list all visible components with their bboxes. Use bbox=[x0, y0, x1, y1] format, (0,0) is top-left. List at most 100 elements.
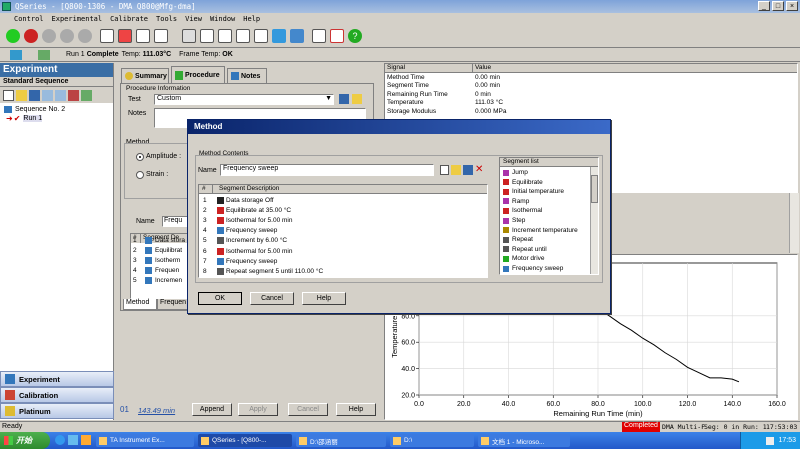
save-icon[interactable] bbox=[29, 89, 40, 101]
segment-list-item[interactable]: Isothermal bbox=[500, 206, 598, 215]
help-icon[interactable]: ? bbox=[348, 29, 362, 43]
dialog-name-field[interactable]: Frequency sweep bbox=[220, 164, 434, 176]
pause-icon[interactable] bbox=[42, 29, 56, 43]
table-icon[interactable] bbox=[136, 29, 150, 43]
minimize-button[interactable]: _ bbox=[758, 1, 770, 11]
instrument-icon[interactable] bbox=[312, 29, 326, 43]
open-method-icon[interactable] bbox=[451, 165, 461, 175]
segment-list-item[interactable]: Motor drive bbox=[500, 254, 598, 263]
tab-notes[interactable]: Notes bbox=[227, 68, 267, 83]
tab-method[interactable]: Method bbox=[123, 299, 157, 310]
scroll-thumb[interactable] bbox=[591, 175, 598, 203]
menu-item-help[interactable]: Help bbox=[243, 15, 260, 23]
segment-list-item[interactable]: Jump bbox=[500, 168, 598, 177]
table-row[interactable]: 2 Equilibrat bbox=[131, 245, 191, 255]
tree-item-run[interactable]: ➜ ✔ Run 1 bbox=[0, 114, 113, 123]
right-scrollbar[interactable] bbox=[789, 193, 799, 253]
table-row[interactable]: 1 Data stora bbox=[131, 235, 191, 245]
database-icon[interactable] bbox=[272, 29, 286, 43]
tab-summary[interactable]: Summary bbox=[121, 68, 169, 83]
apply-button[interactable]: Apply bbox=[238, 403, 278, 416]
table-row[interactable]: 4 Frequen bbox=[131, 265, 191, 275]
new-method-icon[interactable] bbox=[440, 165, 449, 175]
delete-icon[interactable] bbox=[68, 89, 79, 101]
test-select[interactable]: Custom ▼ bbox=[154, 94, 334, 105]
segment-row[interactable]: 6 Isothermal for 5.00 min bbox=[199, 246, 487, 256]
save-method-icon[interactable] bbox=[463, 165, 473, 175]
strain-radio[interactable] bbox=[136, 171, 144, 179]
open-test-icon[interactable] bbox=[352, 94, 362, 104]
dialog-ok-button[interactable]: OK bbox=[198, 292, 242, 305]
open-icon[interactable] bbox=[16, 89, 27, 101]
tab-frequency[interactable]: Frequen bbox=[157, 299, 191, 310]
chart-icon[interactable] bbox=[100, 29, 114, 43]
menu-item-control[interactable]: Control bbox=[14, 15, 44, 23]
menu-item-view[interactable]: View bbox=[185, 15, 202, 23]
taskbar-item[interactable]: D:\ bbox=[390, 434, 474, 447]
tab-procedure[interactable]: Procedure bbox=[171, 66, 225, 83]
taskbar-item[interactable]: QSeries - [Q800-... bbox=[198, 434, 292, 447]
table-row[interactable]: 3 Isotherm bbox=[131, 255, 191, 265]
dialog-help-button[interactable]: Help bbox=[302, 292, 346, 305]
nav-experiment[interactable]: Experiment bbox=[0, 371, 114, 387]
nav-calibration[interactable]: Calibration bbox=[0, 387, 114, 403]
up-icon[interactable] bbox=[42, 89, 53, 101]
save-test-icon[interactable] bbox=[339, 94, 349, 104]
dialog-cancel-button[interactable]: Cancel bbox=[250, 292, 294, 305]
start-icon[interactable] bbox=[6, 29, 20, 43]
taskbar-item[interactable]: TA Instrument Ex... bbox=[96, 434, 194, 447]
list-icon[interactable] bbox=[218, 29, 232, 43]
menu-item-experimental[interactable]: Experimental bbox=[52, 15, 103, 23]
stop-icon[interactable] bbox=[24, 29, 38, 43]
segment-list-item[interactable]: Increment temperature bbox=[500, 226, 598, 235]
calc-icon[interactable] bbox=[154, 29, 168, 43]
menu-item-tools[interactable]: Tools bbox=[156, 15, 177, 23]
delete-method-icon[interactable]: ✕ bbox=[475, 165, 485, 175]
footer-time[interactable]: 143.49 min bbox=[138, 406, 175, 415]
segment-row[interactable]: 5 Increment by 6.00 °C bbox=[199, 236, 487, 246]
panel-icon[interactable] bbox=[118, 29, 132, 43]
segment-list-item[interactable]: Frequency sweep bbox=[500, 264, 598, 273]
amplitude-radio[interactable] bbox=[136, 153, 144, 161]
grid-icon[interactable] bbox=[200, 29, 214, 43]
menu-item-calibrate[interactable]: Calibrate bbox=[110, 15, 148, 23]
cancel-button[interactable]: Cancel bbox=[288, 403, 328, 416]
settings-icon[interactable] bbox=[81, 89, 92, 101]
list-scrollbar[interactable] bbox=[590, 167, 598, 274]
quicklaunch-media-icon[interactable] bbox=[81, 435, 91, 445]
segment-row[interactable]: 3 Isothermal for 5.00 min bbox=[199, 215, 487, 225]
report-icon[interactable] bbox=[254, 29, 268, 43]
close-button[interactable]: × bbox=[786, 1, 798, 11]
segment-row[interactable]: 8 Repeat segment 5 until 110.00 °C bbox=[199, 266, 487, 276]
taskbar-item[interactable]: D:\邵涵丽 bbox=[296, 434, 386, 447]
start-button[interactable]: 开始 bbox=[0, 432, 50, 449]
help-button[interactable]: Help bbox=[336, 403, 376, 416]
segment-row[interactable]: 4 Frequency sweep bbox=[199, 226, 487, 236]
table-row[interactable]: 5 Incremen bbox=[131, 275, 191, 285]
curve-icon[interactable] bbox=[330, 29, 344, 43]
skip-icon[interactable] bbox=[60, 29, 74, 43]
segment-row[interactable]: 7 Frequency sweep bbox=[199, 256, 487, 266]
segment-list-item[interactable]: Ramp bbox=[500, 197, 598, 206]
tray-icon[interactable] bbox=[766, 436, 775, 445]
segment-list-item[interactable]: Step bbox=[500, 216, 598, 225]
probe-icon[interactable] bbox=[182, 29, 196, 43]
quicklaunch-desktop-icon[interactable] bbox=[68, 435, 78, 445]
segment-list-item[interactable]: Repeat bbox=[500, 235, 598, 244]
segment-list-item[interactable]: Initial temperature bbox=[500, 187, 598, 196]
nav-platinum[interactable]: Platinum bbox=[0, 403, 114, 419]
segment-row[interactable]: 2 Equilibrate at 35.00 °C bbox=[199, 205, 487, 215]
eject-icon[interactable] bbox=[78, 29, 92, 43]
append-button[interactable]: Append bbox=[192, 403, 232, 416]
check-icon[interactable] bbox=[236, 29, 250, 43]
tree-item-sequence[interactable]: Sequence No. 2 bbox=[0, 105, 113, 114]
down-icon[interactable] bbox=[55, 89, 66, 101]
folder-icon[interactable] bbox=[290, 29, 304, 43]
quicklaunch-ie-icon[interactable] bbox=[55, 435, 65, 445]
taskbar-item[interactable]: 文档 1 - Microso... bbox=[478, 434, 570, 447]
maximize-button[interactable]: □ bbox=[772, 1, 784, 11]
segment-list-item[interactable]: Repeat until bbox=[500, 245, 598, 254]
new-icon[interactable] bbox=[3, 89, 14, 101]
segment-list-item[interactable]: Equilibrate bbox=[500, 178, 598, 187]
segment-row[interactable]: 1 Data storage Off bbox=[199, 195, 487, 205]
